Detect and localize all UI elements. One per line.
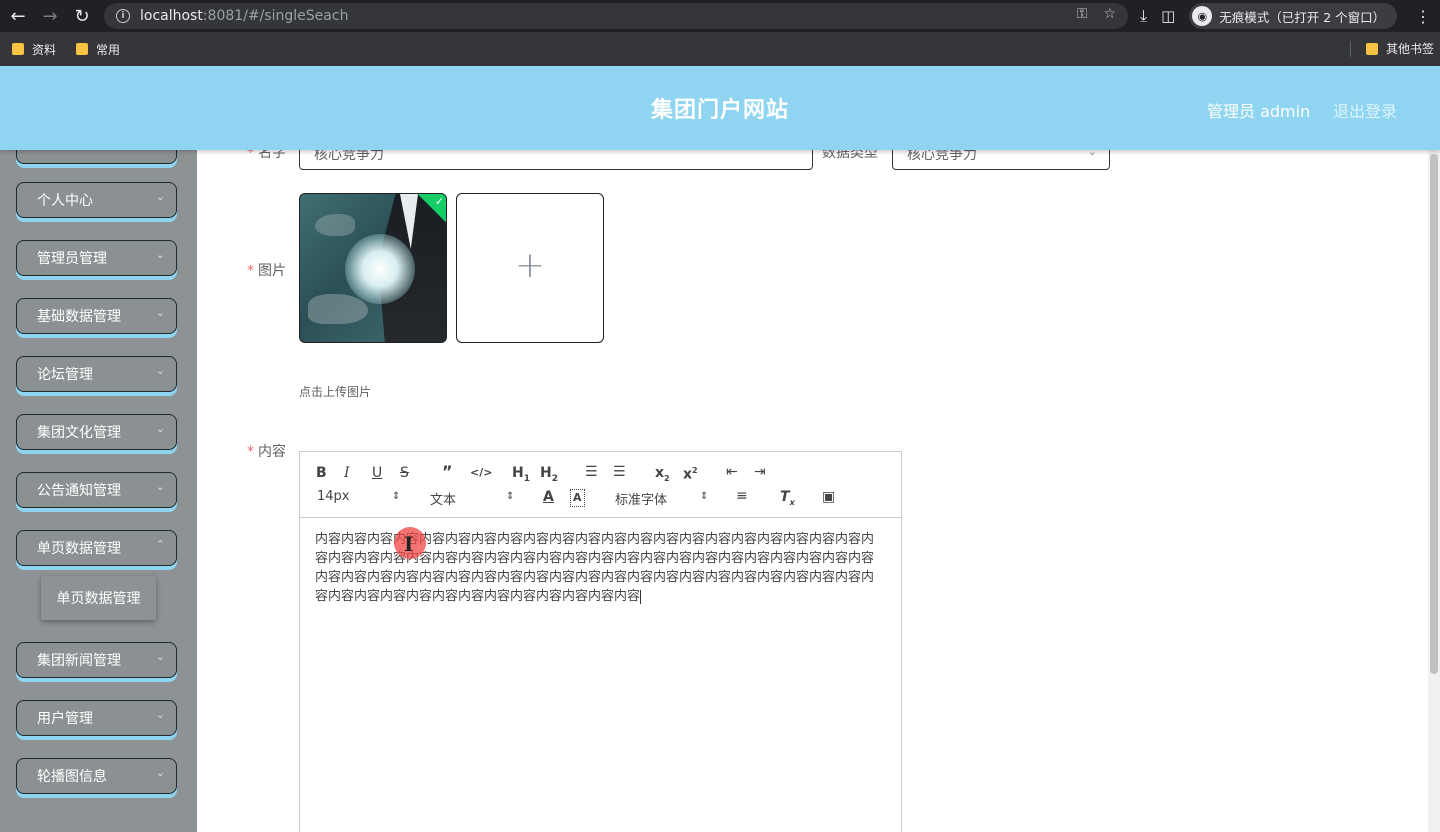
scrollbar-thumb[interactable] — [1430, 154, 1438, 674]
key-icon[interactable]: ⚿ — [1077, 6, 1088, 22]
other-bookmarks[interactable]: 其他书签 — [1365, 40, 1434, 57]
check-icon: ✓ — [434, 195, 444, 208]
main-form: * 名字 核心竞争力 数据类型 核心竞争力 ⌄ * 图片 ✓ + 点击上传图片 * 内… — [197, 150, 1428, 832]
type-select[interactable]: 核心竞争力 ⌄ — [892, 150, 1110, 170]
clear-format-icon[interactable]: Tx — [780, 489, 795, 511]
subscript-icon[interactable]: x2 — [655, 465, 670, 487]
plus-icon: + — [514, 245, 546, 286]
image-insert-icon[interactable]: ▣ — [822, 489, 835, 505]
site-info-icon[interactable]: i — [116, 9, 130, 23]
bookmark-folder-0[interactable]: 资料 — [12, 41, 56, 58]
strikethrough-icon[interactable]: S — [400, 465, 409, 481]
admin-user-label: 管理员 admin — [1207, 102, 1311, 121]
chevron-down-icon: ⌄ — [155, 766, 165, 779]
font-color-icon[interactable]: A — [543, 489, 554, 505]
chevron-up-icon: ⌃ — [155, 538, 165, 551]
sidebar: 个人中心 ⌄ 管理员管理 ⌄ 基础数据管理 ⌄ 论坛管理 ⌄ 集团文化管理 ⌄ … — [0, 150, 197, 832]
url-path: :8081/#/singleSeach — [202, 8, 349, 24]
editor-toolbar: B I U S ” </> H1 H2 ☰ ☰ x2 x2 ⇤ ⇥ 14px ⇕… — [300, 452, 901, 518]
sidebar-item-profile[interactable]: 个人中心 ⌄ — [16, 182, 177, 222]
app-header: 集团门户网站 管理员 admin 退出登录 — [0, 66, 1440, 150]
font-family-select[interactable]: 标准字体 — [615, 489, 667, 508]
incognito-badge[interactable]: ◉ 无痕模式（已打开 2 个窗口） — [1189, 3, 1398, 29]
download-icon[interactable]: ⤓ — [1140, 6, 1147, 26]
font-size-select[interactable]: 14px — [317, 489, 350, 504]
underline-icon[interactable]: U — [372, 465, 382, 481]
menu-kebab-icon[interactable]: ⋮ — [1415, 7, 1431, 26]
url-host: localhost — [140, 8, 203, 24]
uploaded-image-thumbnail[interactable]: ✓ — [299, 193, 447, 343]
image-label: * 图片 — [247, 263, 286, 279]
chevron-down-icon: ⌄ — [155, 248, 165, 261]
side-panel-icon[interactable]: ◫ — [1161, 7, 1175, 25]
logout-link[interactable]: 退出登录 — [1333, 98, 1397, 122]
upload-hint: 点击上传图片 — [299, 385, 372, 399]
align-icon[interactable]: ≡ — [736, 488, 748, 504]
superscript-icon[interactable]: x2 — [683, 463, 698, 483]
indent-icon[interactable]: ⇥ — [754, 464, 766, 480]
select-arrows-icon: ⇕ — [392, 491, 401, 502]
blockquote-icon[interactable]: ” — [442, 464, 453, 480]
text-cursor-icon: I — [404, 532, 414, 556]
select-arrows-icon: ⇕ — [506, 491, 515, 502]
heading2-icon[interactable]: H2 — [540, 465, 558, 487]
code-block-icon[interactable]: </> — [470, 465, 492, 481]
bookmarks-divider — [1350, 41, 1351, 57]
text-caret — [640, 589, 642, 604]
ordered-list-icon[interactable]: ☰ — [585, 464, 598, 480]
outdent-icon[interactable]: ⇤ — [726, 464, 738, 480]
sidebar-item-news[interactable]: 集团新闻管理 ⌄ — [16, 642, 177, 682]
rich-text-editor: B I U S ” </> H1 H2 ☰ ☰ x2 x2 ⇤ ⇥ 14px ⇕… — [299, 451, 902, 832]
bold-icon[interactable]: B — [316, 465, 327, 481]
italic-icon[interactable]: I — [344, 465, 350, 481]
heading1-icon[interactable]: H1 — [512, 465, 530, 487]
incognito-icon: ◉ — [1192, 6, 1213, 26]
folder-icon — [1365, 42, 1378, 55]
name-input[interactable]: 核心竞争力 — [299, 150, 813, 170]
chevron-down-icon: ⌄ — [155, 480, 165, 493]
bullet-list-icon[interactable]: ☰ — [613, 464, 626, 480]
background-color-icon[interactable]: A — [570, 489, 585, 507]
sidebar-item-carousel[interactable]: 轮播图信息 ⌄ — [16, 758, 177, 798]
browser-toolbar: ← → ↻ i localhost:8081/#/singleSeach ⚿ ☆… — [0, 0, 1440, 32]
reload-icon[interactable]: ↻ — [66, 0, 98, 32]
chevron-down-icon: ⌄ — [155, 708, 165, 721]
chevron-down-icon: ⌄ — [155, 364, 165, 377]
bookmark-folder-1[interactable]: 常用 — [76, 41, 120, 58]
forward-icon[interactable]: → — [34, 0, 66, 32]
address-bar[interactable]: i localhost:8081/#/singleSeach ⚿ ☆ — [104, 3, 1128, 29]
select-arrows-icon: ⇕ — [700, 491, 709, 502]
submenu-single-page[interactable]: 单页数据管理 — [41, 576, 156, 620]
incognito-text: 无痕模式（已打开 2 个窗口） — [1219, 9, 1386, 25]
content-label: * 内容 — [247, 444, 286, 460]
chevron-down-icon: ⌄ — [155, 190, 165, 203]
sidebar-item-forum[interactable]: 论坛管理 ⌄ — [16, 356, 177, 396]
chevron-down-icon: ⌄ — [1087, 150, 1097, 158]
chevron-down-icon: ⌄ — [155, 650, 165, 663]
sidebar-item-culture[interactable]: 集团文化管理 ⌄ — [16, 414, 177, 454]
folder-icon — [12, 43, 24, 55]
sidebar-item-admins[interactable]: 管理员管理 ⌄ — [16, 240, 177, 280]
sidebar-item-home[interactable] — [16, 150, 177, 168]
upload-image-button[interactable]: + — [456, 193, 604, 343]
chevron-down-icon: ⌄ — [155, 306, 165, 319]
page-scrollbar[interactable] — [1428, 150, 1440, 832]
bookmarks-bar: 资料 常用 其他书签 — [0, 32, 1440, 66]
chevron-down-icon: ⌄ — [155, 422, 165, 435]
back-icon[interactable]: ← — [2, 0, 34, 32]
name-label: * 名字 — [247, 150, 286, 161]
star-icon[interactable]: ☆ — [1103, 6, 1116, 22]
format-select[interactable]: 文本 — [430, 489, 456, 508]
folder-icon — [76, 43, 89, 55]
sidebar-item-users[interactable]: 用户管理 ⌄ — [16, 700, 177, 740]
sidebar-item-notices[interactable]: 公告通知管理 ⌄ — [16, 472, 177, 512]
sidebar-item-single-page[interactable]: 单页数据管理 ⌃ — [16, 530, 177, 570]
sidebar-item-base-data[interactable]: 基础数据管理 ⌄ — [16, 298, 177, 338]
type-label: 数据类型 — [822, 150, 878, 161]
